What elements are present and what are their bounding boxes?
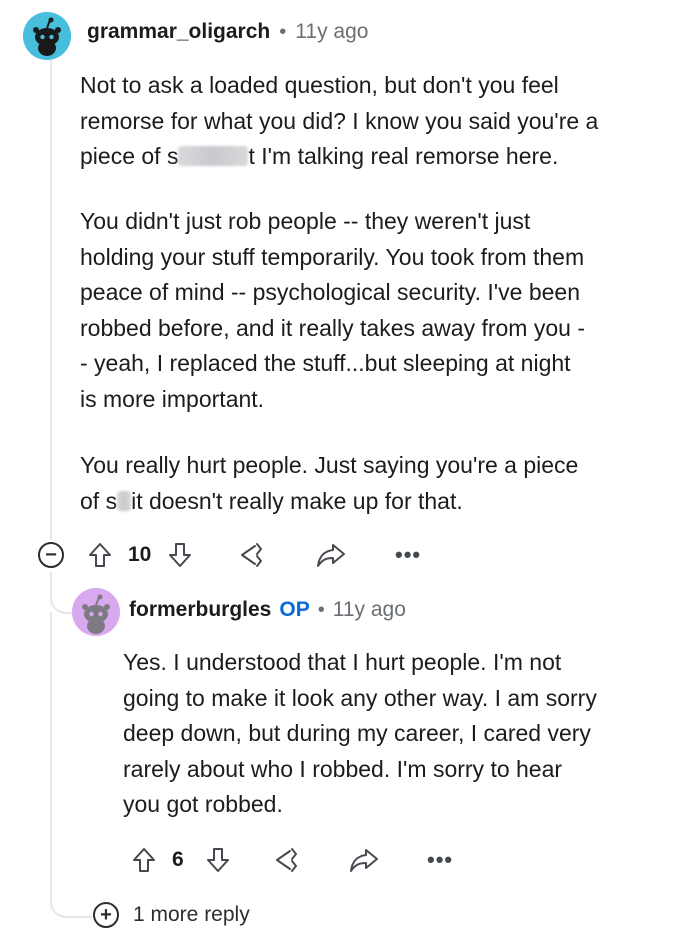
comment-paragraph: You really hurt people. Just saying you'… [80,448,578,519]
thread-line [50,612,52,902]
comment-text: t I'm talking real remorse here. [248,143,559,169]
vote-count: 6 [172,848,184,871]
reply-line: deep down, but during my career, I cared… [123,720,591,746]
expand-icon: + [93,902,119,928]
censored-word [178,146,249,166]
comment-line: You didn't just rob people -- they weren… [80,208,531,234]
upvote-icon[interactable] [131,846,157,874]
avatar[interactable] [23,12,71,60]
comment-body: You really hurt people. Just saying you'… [80,448,578,519]
snoo-avatar-icon [72,588,120,636]
share-icon[interactable] [348,846,380,874]
more-options-icon[interactable]: ••• [395,542,421,568]
reply-paragraph: Yes. I understood that I hurt people. I'… [123,645,597,823]
downvote-icon[interactable] [167,541,193,569]
comment-text: piece of s [80,143,179,169]
more-replies-label: 1 more reply [133,903,250,926]
comment-line: is more important. [80,385,265,412]
vote-count: 10 [128,543,152,566]
award-icon[interactable] [236,541,268,569]
collapse-thread-button[interactable]: − [38,542,64,568]
comment-line: You really hurt people. Just saying you'… [80,452,579,478]
downvote-icon[interactable] [205,846,231,874]
comment-line: robbed before, and it really takes away … [80,314,585,341]
comment-line: Not to ask a loaded question, but don't … [80,72,559,98]
reply-line: Yes. I understood that I hurt people. I'… [123,649,562,675]
comment-body: You didn't just rob people -- they weren… [80,204,585,417]
comment-header: grammar_oligarch • 11y ago [87,20,368,44]
reply-line: rarely about who I robbed. I'm sorry to … [123,755,563,782]
thread-connector [50,572,72,614]
plus-icon: + [100,904,112,926]
upvote-icon[interactable] [87,541,113,569]
comment-line: holding your stuff temporarily. You took… [80,243,585,270]
comment-line: peace of mind -- psychological security.… [80,279,580,305]
more-options-icon[interactable]: ••• [427,847,453,873]
reply-header: formerburgles OP • 11y ago [129,598,406,622]
comment-line: piece of s t I'm talking real remorse her… [80,139,598,175]
more-replies-button[interactable]: + 1 more reply [93,902,250,928]
op-badge: OP [279,598,310,621]
separator-dot: • [279,20,287,43]
comment-line: remorse for what you did? I know you sai… [80,107,599,134]
avatar[interactable] [72,588,120,636]
reply-author[interactable]: formerburgles [129,598,271,622]
snoo-avatar-icon [23,12,71,60]
comment-author[interactable]: grammar_oligarch [87,20,270,44]
reply-line: you got robbed. [123,791,283,817]
comment-body: Not to ask a loaded question, but don't … [80,68,598,175]
award-icon[interactable] [271,846,303,874]
comment-text: it doesn't really make up for that. [131,487,463,514]
comment-timestamp[interactable]: 11y ago [295,20,368,44]
comment-line: - yeah, I replaced the stuff...but sleep… [80,350,571,376]
comment-paragraph: Not to ask a loaded question, but don't … [80,68,598,175]
comment-paragraph: You didn't just rob people -- they weren… [80,204,585,417]
comment-line: of s it doesn't really make up for that. [80,484,578,520]
comment-text: of s [80,487,118,514]
thread-line [50,60,52,540]
reply-line: going to make it look any other way. I a… [123,684,597,711]
censored-word [117,490,132,511]
minus-icon: − [45,544,57,566]
reply-body: Yes. I understood that I hurt people. I'… [123,645,597,823]
share-icon[interactable] [315,541,347,569]
separator-dot: • [317,598,325,621]
thread-connector [50,880,92,918]
reply-timestamp[interactable]: 11y ago [333,598,406,622]
